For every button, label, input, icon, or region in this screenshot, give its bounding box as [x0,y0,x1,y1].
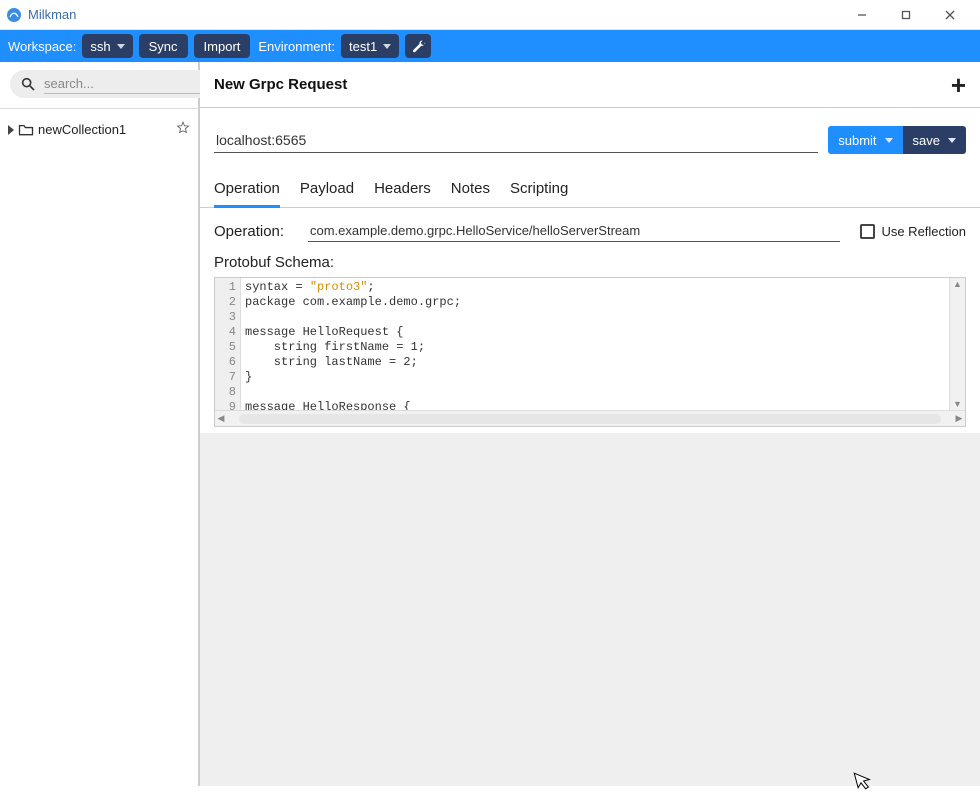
sync-button[interactable]: Sync [139,34,188,58]
scroll-track [239,414,941,424]
tab-operation[interactable]: Operation [214,180,280,208]
checkbox-icon [860,224,875,239]
main-panel: New Grpc Request + submit save Operation… [200,62,980,786]
search-icon [20,76,36,92]
settings-button[interactable] [405,34,431,58]
tree-item-label: newCollection1 [38,122,126,137]
app-title: Milkman [28,7,76,22]
active-tab-title[interactable]: New Grpc Request [214,76,347,93]
submit-label: submit [838,133,876,148]
sidebar-separator [0,108,198,109]
close-button[interactable] [928,1,972,29]
chevron-down-icon [383,44,391,49]
request-tabbar: New Grpc Request + [200,62,980,108]
window-controls [840,1,972,29]
editor-hscrollbar[interactable]: ◀ ▶ [215,410,965,426]
request-subtabs: Operation Payload Headers Notes Scriptin… [200,154,980,208]
editor-vscrollbar[interactable]: ▲ ▼ [949,278,965,410]
collection-tree: newCollection1 [0,113,198,146]
import-button[interactable]: Import [194,34,251,58]
caret-right-icon [8,125,14,135]
chevron-down-icon [948,138,956,143]
tab-scripting[interactable]: Scripting [510,180,568,207]
scroll-down-icon: ▼ [953,398,962,410]
folder-icon [18,123,34,136]
operation-label: Operation: [214,223,288,240]
search-input[interactable] [44,74,220,94]
new-tab-button[interactable]: + [951,72,966,98]
save-label: save [913,133,940,148]
import-label: Import [204,39,241,54]
tab-payload[interactable]: Payload [300,180,354,207]
main-toolbar: Workspace: ssh Sync Import Environment: … [0,30,980,62]
scroll-left-icon: ◀ [215,413,227,424]
operation-input[interactable] [308,220,840,242]
tab-notes[interactable]: Notes [451,180,490,207]
star-icon[interactable] [176,121,190,138]
response-panel [200,433,980,786]
editor-gutter: 12345678910 [215,278,241,410]
sidebar: newCollection1 [0,62,200,786]
app-icon [6,7,22,23]
environment-label: Environment: [258,39,335,54]
schema-label: Protobuf Schema: [214,254,966,271]
schema-editor: 12345678910 syntax = "proto3";package co… [214,277,966,427]
sync-label: Sync [149,39,178,54]
operation-panel: Operation: Use Reflection Protobuf Schem… [200,208,980,277]
minimize-button[interactable] [840,1,884,29]
workspace-label: Workspace: [8,39,76,54]
chevron-down-icon [885,138,893,143]
submit-button[interactable]: submit [828,126,902,154]
scroll-right-icon: ▶ [953,413,965,424]
save-button[interactable]: save [903,126,966,154]
use-reflection-toggle[interactable]: Use Reflection [860,224,966,239]
environment-value: test1 [349,39,377,54]
editor-code[interactable]: syntax = "proto3";package com.example.de… [241,278,949,410]
workspace-selector[interactable]: ssh [82,34,132,58]
wrench-icon [410,38,426,54]
maximize-button[interactable] [884,1,928,29]
environment-selector[interactable]: test1 [341,34,399,58]
chevron-down-icon [117,44,125,49]
scroll-up-icon: ▲ [953,278,962,290]
tab-headers[interactable]: Headers [374,180,431,207]
request-url-input[interactable] [214,128,818,153]
workspace-value: ssh [90,39,110,54]
titlebar: Milkman [0,0,980,30]
tree-item[interactable]: newCollection1 [6,119,192,140]
request-row: submit save [200,108,980,154]
use-reflection-label: Use Reflection [881,224,966,239]
